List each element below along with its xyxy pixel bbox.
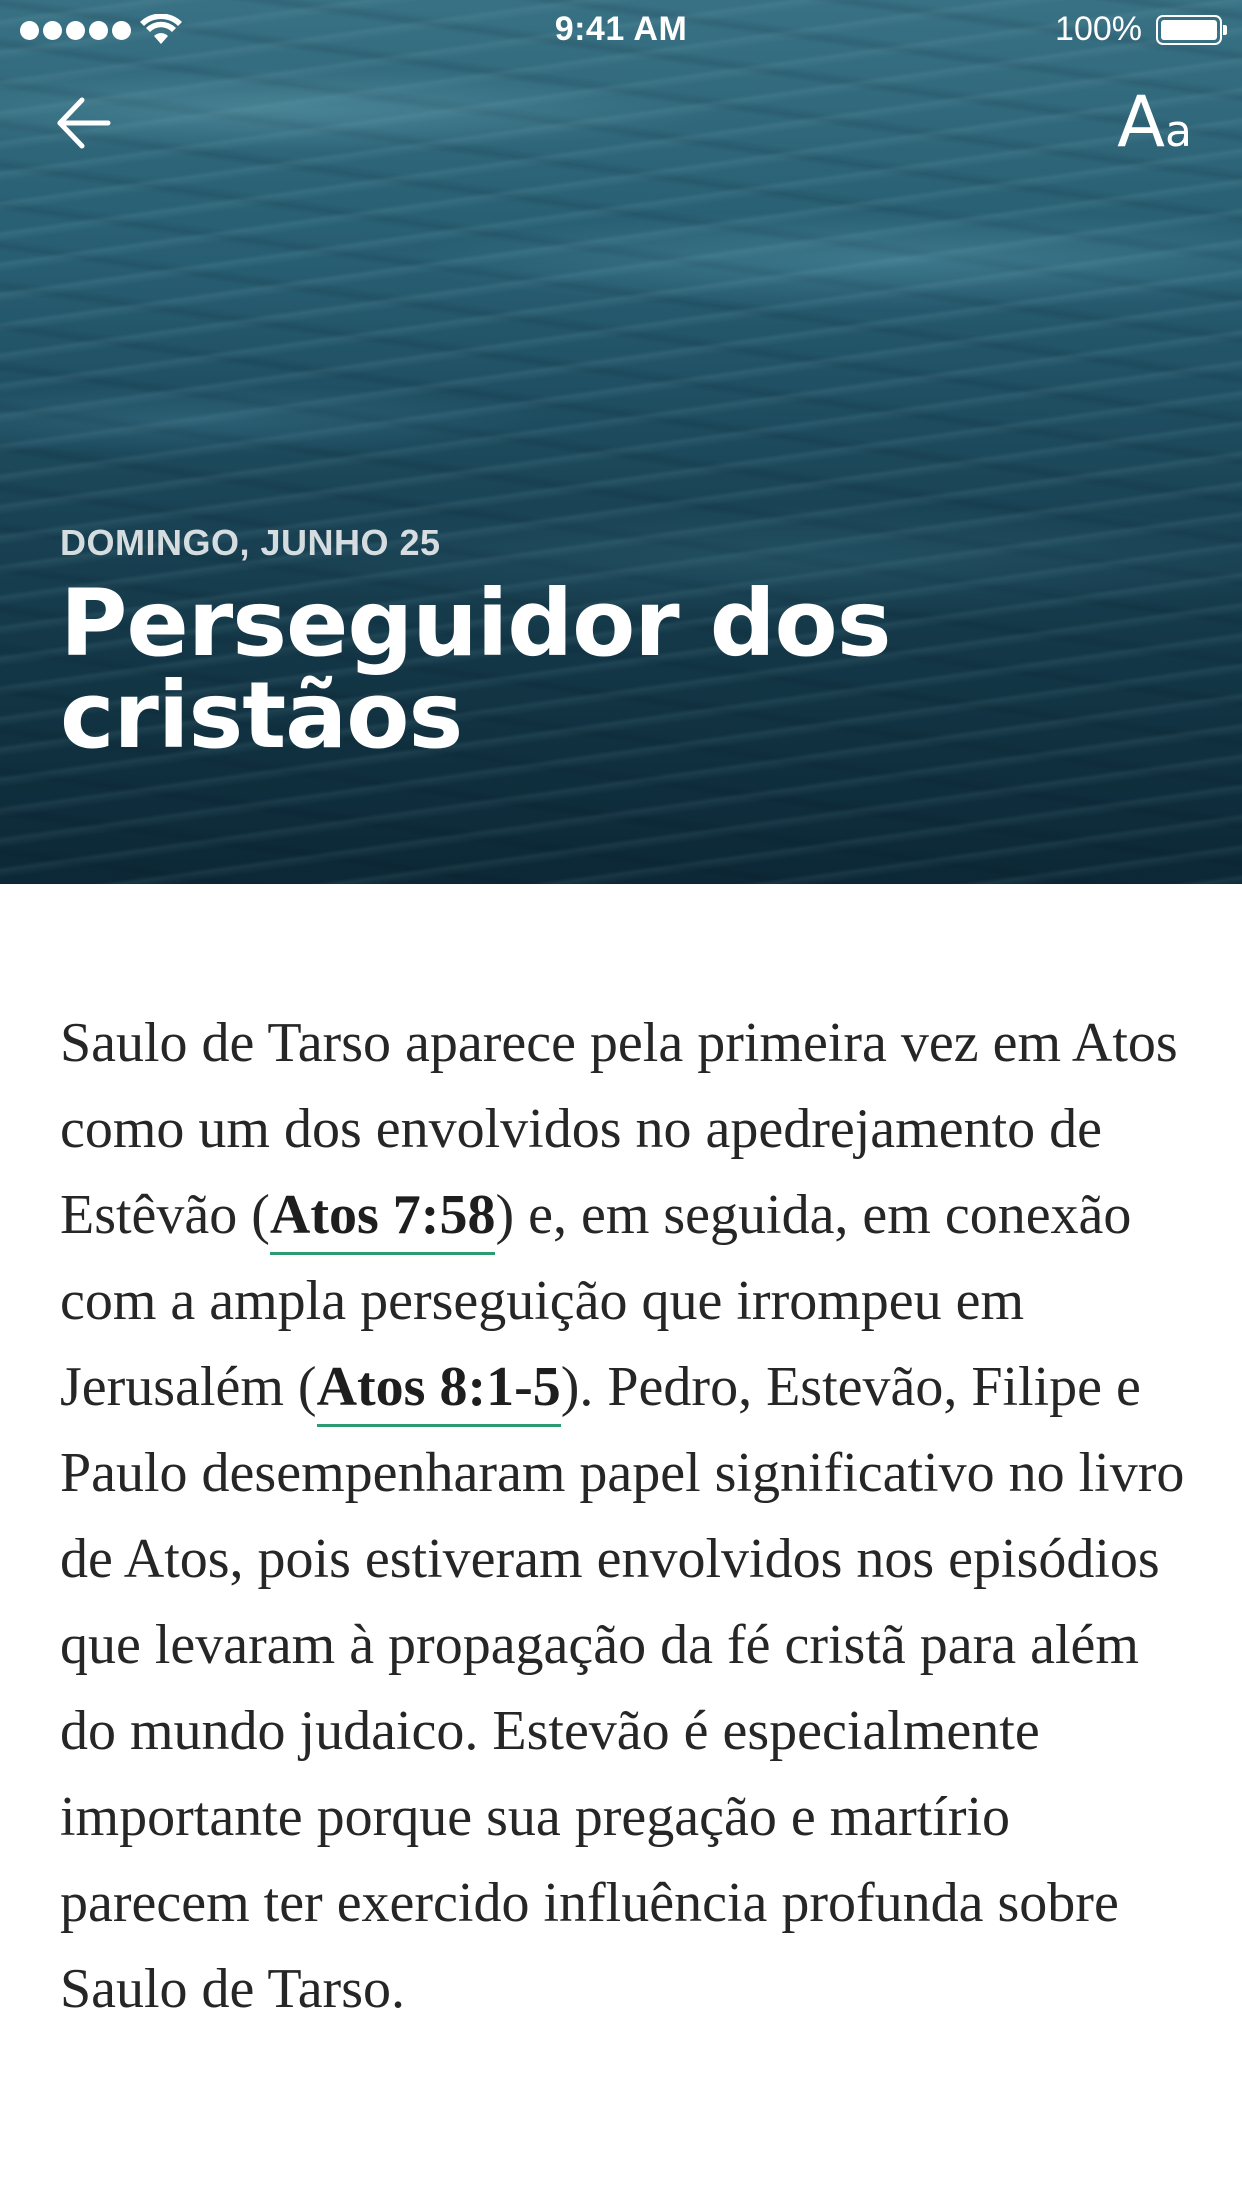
font-size-button[interactable]: Aa [1117,86,1192,158]
arrow-left-icon [57,97,111,149]
battery-percentage: 100% [1055,10,1142,48]
scripture-reference-link[interactable]: Atos 8:1-5 [316,1356,561,1427]
hero-image: 9:41 AM 100% Aa DOMINGO, JUNHO 25 Perseg… [0,0,1242,884]
article-text-part-3: ). Pedro, Estevão, Filipe e Paulo desemp… [60,1356,1185,2020]
font-size-icon-small: a [1165,106,1192,157]
status-bar: 9:41 AM 100% [0,0,1242,60]
back-button[interactable] [52,90,118,156]
font-size-icon-large: A [1117,81,1166,163]
devotional-date: DOMINGO, JUNHO 25 [60,522,441,563]
page-title: Perseguidor dos cristãos [60,570,892,769]
battery-icon [1156,15,1227,45]
scripture-reference-link[interactable]: Atos 7:58 [269,1184,496,1255]
article-body: Saulo de Tarso aparece pela primeira vez… [60,1000,1190,2032]
